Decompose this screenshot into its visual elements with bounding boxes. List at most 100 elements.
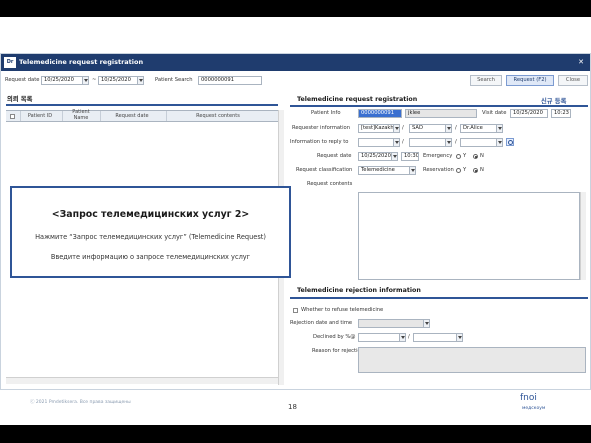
request-f2-button[interactable]: Request (F2): [506, 75, 554, 86]
requester-org-select[interactable]: [test]Kazakhs: [358, 124, 400, 133]
visit-date-label: Visit date: [482, 110, 507, 116]
chevron-down-icon[interactable]: [137, 77, 143, 84]
requester-doctor-select[interactable]: Dr.Alice: [460, 124, 503, 133]
emergency-yes-label: Y: [463, 153, 467, 159]
callout-line-2: Введите информацию о запросе телемедицин…: [50, 253, 251, 261]
close-icon[interactable]: ✕: [578, 57, 584, 68]
bottom-black-bar: [0, 425, 591, 443]
requester-label: Requester information: [292, 125, 350, 131]
emergency-no-radio[interactable]: [473, 154, 478, 159]
date-from-field[interactable]: 10/25/2020: [41, 76, 89, 85]
column-patient-name[interactable]: Patient Name: [66, 109, 96, 121]
patient-id-field[interactable]: 0000000091: [358, 109, 402, 118]
request-date-label: Request date: [5, 77, 40, 83]
request-form-divider: [290, 105, 588, 107]
chevron-down-icon[interactable]: [82, 77, 88, 84]
request-contents-textarea[interactable]: [358, 192, 580, 280]
declined-by-select[interactable]: [358, 333, 406, 342]
column-divider: [166, 111, 167, 121]
reason-textarea: [358, 347, 586, 373]
reply-org-select[interactable]: [358, 138, 400, 147]
search-button[interactable]: Search: [470, 75, 502, 86]
top-black-bar: [0, 0, 591, 17]
reply-dept-select[interactable]: [409, 138, 452, 147]
slash-separator: /: [455, 139, 457, 145]
slash-separator: /: [402, 139, 404, 145]
column-patient-id[interactable]: Patient ID: [22, 113, 58, 120]
copyright-text: ⓒ 2021 Pmdetiksera. Все права защищены: [30, 400, 131, 405]
reservation-no-radio[interactable]: [473, 168, 478, 173]
request-list-header: Patient ID Patient Name Request date Req…: [6, 109, 278, 122]
emergency-yes-radio[interactable]: [456, 154, 461, 159]
rejection-datetime-field: [358, 319, 430, 328]
title-bar: Dr Telemedicine request registration ✕: [1, 54, 590, 71]
classification-label: Request classification: [296, 167, 353, 173]
chevron-down-icon[interactable]: [496, 125, 502, 132]
reply-label: Information to reply to: [290, 139, 349, 145]
visit-time-field[interactable]: 10:23: [551, 109, 571, 118]
brand-logo: fnoi: [520, 393, 537, 403]
app-logo: Dr: [4, 57, 16, 68]
rejection-divider: [290, 297, 588, 299]
tilde-separator: ~: [92, 77, 97, 83]
chevron-down-icon[interactable]: [409, 167, 415, 174]
slash-separator: /: [402, 125, 404, 131]
reason-label: Reason for rejection: [312, 348, 364, 354]
horizontal-scrollbar[interactable]: [6, 377, 278, 384]
chevron-down-icon[interactable]: [496, 139, 502, 146]
chevron-down-icon: [423, 320, 429, 327]
page-number: 18: [288, 403, 297, 411]
refuse-label: Whether to refuse telemedicine: [301, 307, 384, 313]
request-time-field[interactable]: 10:30: [401, 152, 419, 161]
reservation-yes-radio[interactable]: [456, 168, 461, 173]
emergency-label: Emergency: [423, 153, 453, 159]
close-button[interactable]: Close: [558, 75, 588, 86]
search-icon[interactable]: [506, 138, 514, 146]
column-divider: [100, 111, 101, 121]
brand-subtitle: медскоум: [522, 406, 546, 411]
rejection-datetime-label: Rejection date and time: [290, 320, 353, 326]
patient-name-field: jklee: [405, 109, 477, 118]
patient-info-label: Patient Info: [311, 110, 341, 116]
request-list-title: 의뢰 목록: [7, 96, 33, 103]
request-date-label: Request date: [317, 153, 352, 159]
declined-by-label: Declined by %@: [313, 334, 356, 340]
reservation-label: Reservation: [423, 167, 454, 173]
patient-search-input[interactable]: 0000000091: [198, 76, 262, 85]
chevron-down-icon[interactable]: [445, 139, 451, 146]
reservation-yes-label: Y: [463, 167, 467, 173]
reply-doctor-select[interactable]: [460, 138, 503, 147]
column-request-date[interactable]: Request date: [102, 113, 162, 120]
classification-select[interactable]: Telemedicine: [358, 166, 416, 175]
chevron-down-icon[interactable]: [399, 334, 405, 341]
column-request-contents[interactable]: Request contents: [168, 113, 268, 120]
request-contents-label: Request contents: [307, 181, 353, 187]
emergency-no-label: N: [480, 153, 484, 159]
chevron-down-icon[interactable]: [393, 139, 399, 146]
chevron-down-icon[interactable]: [393, 125, 399, 132]
column-divider: [20, 111, 21, 121]
rejection-title: Telemedicine rejection information: [297, 287, 421, 294]
slash-separator: /: [408, 334, 410, 340]
column-divider: [62, 111, 63, 121]
window-title: Telemedicine request registration: [19, 58, 144, 66]
callout-line-1: Нажмите “Запрос телемедицинских услуг” (…: [35, 233, 266, 241]
contents-scrollbar[interactable]: [580, 192, 586, 280]
select-all-checkbox[interactable]: [10, 114, 15, 119]
new-registration-link[interactable]: 신규 등록: [541, 96, 566, 105]
request-list-divider: [6, 104, 278, 106]
visit-date-field[interactable]: 10/25/2020: [510, 109, 548, 118]
callout-title: <Запрос телемедицинских услуг 2>: [51, 209, 250, 220]
request-form-title: Telemedicine request registration: [297, 96, 418, 103]
slash-separator: /: [455, 125, 457, 131]
declined-by-doctor-select[interactable]: [413, 333, 463, 342]
chevron-down-icon[interactable]: [445, 125, 451, 132]
chevron-down-icon[interactable]: [456, 334, 462, 341]
reservation-no-label: N: [480, 167, 484, 173]
patient-search-label: Patient Search: [155, 77, 193, 83]
chevron-down-icon[interactable]: [391, 153, 397, 160]
request-date-field[interactable]: 10/25/2020: [358, 152, 398, 161]
requester-dept-select[interactable]: SAD: [409, 124, 452, 133]
date-to-field[interactable]: 10/25/2020: [98, 76, 144, 85]
refuse-checkbox[interactable]: [293, 308, 298, 313]
